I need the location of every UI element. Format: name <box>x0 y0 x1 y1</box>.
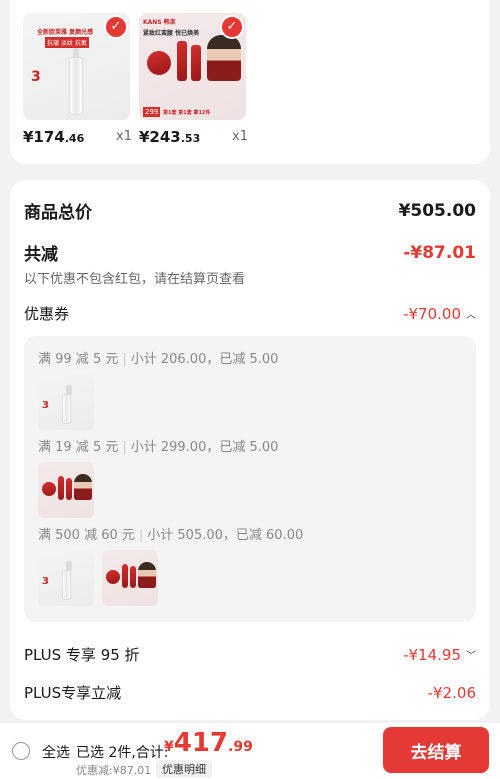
bottle-icon <box>62 385 72 424</box>
coupon-product-thumb <box>38 462 94 518</box>
discount-detail-button[interactable]: 优惠明细 <box>156 760 212 778</box>
product-qty-1: x1 <box>116 129 132 144</box>
plus-reduce-value: -¥2.06 <box>427 683 476 702</box>
total-reduce-value: -¥87.01 <box>403 242 476 263</box>
check-icon[interactable]: ✓ <box>104 15 128 39</box>
product-image-kans[interactable]: KANS 韩束 紧致红蛮腰 悦已焕美 299 第1套 第1套 拿12件 ✓ <box>139 13 246 120</box>
coupon-rule-detail: 小计 206.00，已减 5.00 <box>130 352 279 367</box>
cream-jar-icon <box>147 51 171 75</box>
plus-discount-label: PLUS 专享 95 折 <box>24 646 140 664</box>
product-image-brand: KANS 韩束 <box>143 19 176 26</box>
product-price-1: ¥174.46 <box>23 128 85 146</box>
total-price-value: ¥505.00 <box>398 200 476 221</box>
coupon-value: -¥70.00 <box>403 304 461 323</box>
check-icon[interactable]: ✓ <box>220 15 244 39</box>
bottle-icon <box>66 478 72 500</box>
product-qty-2: x1 <box>232 129 248 144</box>
bottle-icon <box>122 564 128 588</box>
bottle-icon <box>69 48 83 115</box>
plus-reduce-row: PLUS专享立减 -¥2.06 <box>24 682 476 703</box>
coupon-rule-1: 满 99 减 5 元 | 小计 206.00，已减 5.00 <box>38 352 279 367</box>
product-item-1[interactable]: 全新欧莱雅 复颜光感 抗皱 淡纹 抗氧 3 ✓ <box>23 13 130 120</box>
coupon-rule-text: 满 19 减 5 元 <box>38 440 119 455</box>
product-image-badge: 3 <box>42 576 49 587</box>
total-reduce-row: 共减 -¥87.01 <box>24 240 476 266</box>
product-image-title: 紧致红蛮腰 悦已焕美 <box>143 30 200 37</box>
checkout-button[interactable]: 去结算 <box>383 727 489 773</box>
product-image-badge: 3 <box>42 400 49 411</box>
chevron-down-icon[interactable]: ﹀ <box>466 647 476 662</box>
product-image-lancome[interactable]: 全新欧莱雅 复颜光感 抗皱 淡纹 抗氧 3 ✓ <box>23 13 130 120</box>
bottle-icon <box>62 561 72 600</box>
cream-jar-icon <box>106 570 120 584</box>
checkout-bar: 全选 已选 2件,合计: ¥417.99 优惠减:¥87.01 优惠明细 去结算 <box>0 723 500 779</box>
selected-count: 已选 2件,合计: <box>76 745 169 761</box>
price-summary-card: 商品总价 ¥505.00 共减 -¥87.01 以下优惠不包含红包，请在结算页查… <box>10 180 490 720</box>
bottle-icon <box>130 566 136 588</box>
product-card: 全新欧莱雅 复颜光感 抗皱 淡纹 抗氧 3 ✓ ¥174.46 x1 KANS … <box>10 0 490 164</box>
total-price-row: 商品总价 ¥505.00 <box>24 198 476 224</box>
bottle-icon <box>191 45 201 81</box>
product-image-tags: 抗皱 淡纹 抗氧 <box>45 37 89 48</box>
discount-hint: 以下优惠不包含红包，请在结算页查看 <box>24 272 246 287</box>
promo-price-tag: 299 <box>143 107 161 117</box>
coupon-product-thumb: 3 <box>38 550 94 606</box>
coupon-rule-text: 满 99 减 5 元 <box>38 352 119 367</box>
chevron-up-icon[interactable]: ︿ <box>466 306 476 321</box>
plus-discount-value: -¥14.95 <box>403 645 461 664</box>
total-amount: ¥417.99 <box>164 728 253 758</box>
coupon-rule-text: 满 500 减 60 元 <box>38 528 135 543</box>
coupon-rule-detail: 小计 505.00，已减 60.00 <box>147 528 304 543</box>
coupon-rule-2: 满 19 减 5 元 | 小计 299.00，已减 5.00 <box>38 440 279 455</box>
plus-discount-row[interactable]: PLUS 专享 95 折 -¥14.95 ﹀ <box>24 644 476 665</box>
coupon-rule-3: 满 500 减 60 元 | 小计 505.00，已减 60.00 <box>38 528 304 543</box>
bottle-icon <box>177 41 187 81</box>
spokesperson-image <box>138 562 156 588</box>
discount-amount: 优惠减:¥87.01 <box>76 764 152 777</box>
coupon-product-thumb <box>102 550 158 606</box>
total-reduce-label: 共减 <box>24 245 58 265</box>
product-item-2[interactable]: KANS 韩束 紧致红蛮腰 悦已焕美 299 第1套 第1套 拿12件 ✓ <box>139 13 246 120</box>
bottle-icon <box>58 476 64 500</box>
coupon-product-thumb: 3 <box>38 374 94 430</box>
product-image-title: 全新欧莱雅 复颜光感 <box>37 29 94 36</box>
select-all-label[interactable]: 全选 <box>42 742 70 762</box>
total-price-label: 商品总价 <box>24 203 92 223</box>
coupon-label: 优惠券 <box>24 305 70 323</box>
coupon-row[interactable]: 优惠券 -¥70.00 ︿ <box>24 303 476 324</box>
product-image-badge: 3 <box>31 69 41 85</box>
promo-text: 第1套 第1套 拿12件 <box>163 110 211 116</box>
coupon-detail-panel: 满 99 减 5 元 | 小计 206.00，已减 5.00 3 满 19 减 5 … <box>24 336 476 622</box>
product-price-2: ¥243.53 <box>139 128 201 146</box>
select-all-radio[interactable] <box>12 742 30 760</box>
spokesperson-image <box>207 35 241 81</box>
spokesperson-image <box>74 474 92 500</box>
coupon-rule-detail: 小计 299.00，已减 5.00 <box>130 440 279 455</box>
plus-reduce-label: PLUS专享立减 <box>24 684 122 702</box>
cream-jar-icon <box>42 482 56 496</box>
